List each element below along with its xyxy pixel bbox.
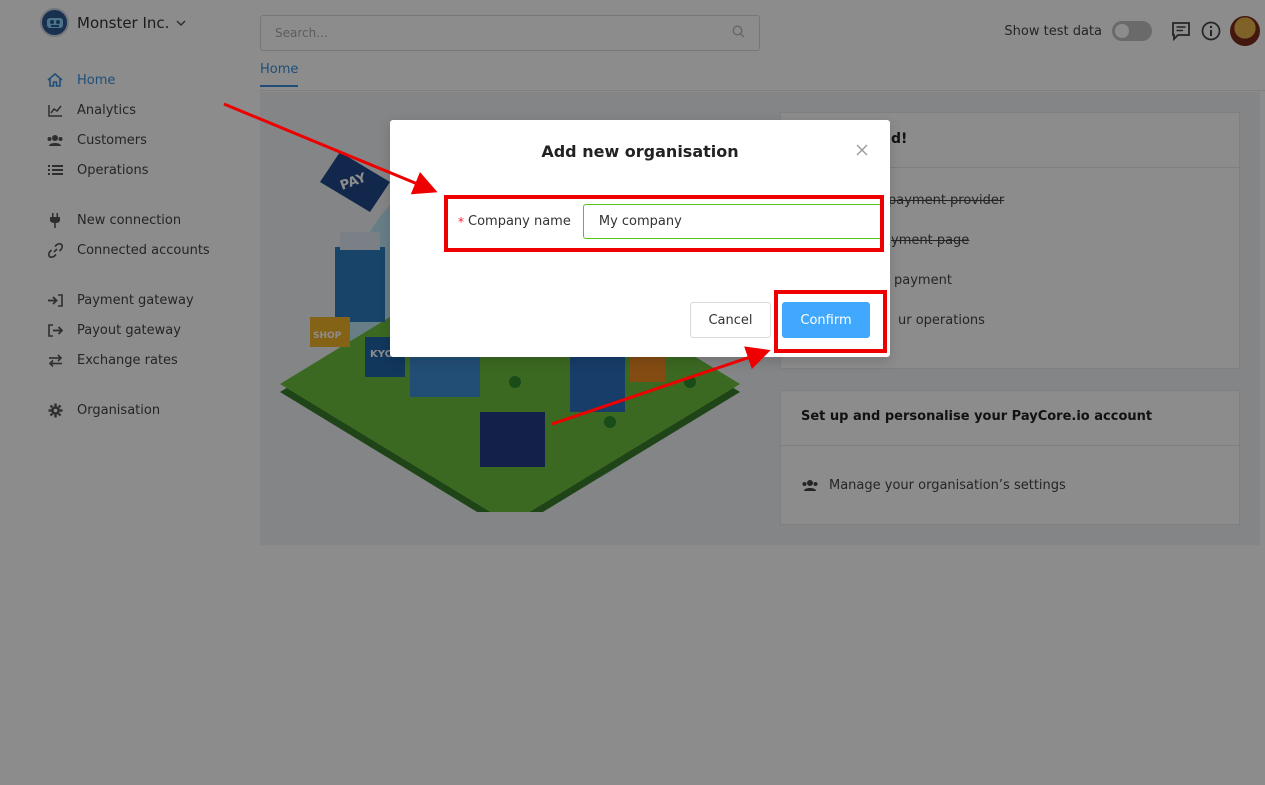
annotation-box-confirm	[774, 290, 887, 353]
annotation-box-field	[444, 195, 884, 252]
modal-title: Add new organisation	[541, 142, 739, 161]
cancel-button[interactable]: Cancel	[690, 302, 771, 338]
modal-overlay[interactable]	[0, 0, 1265, 785]
close-icon[interactable]	[854, 142, 870, 158]
